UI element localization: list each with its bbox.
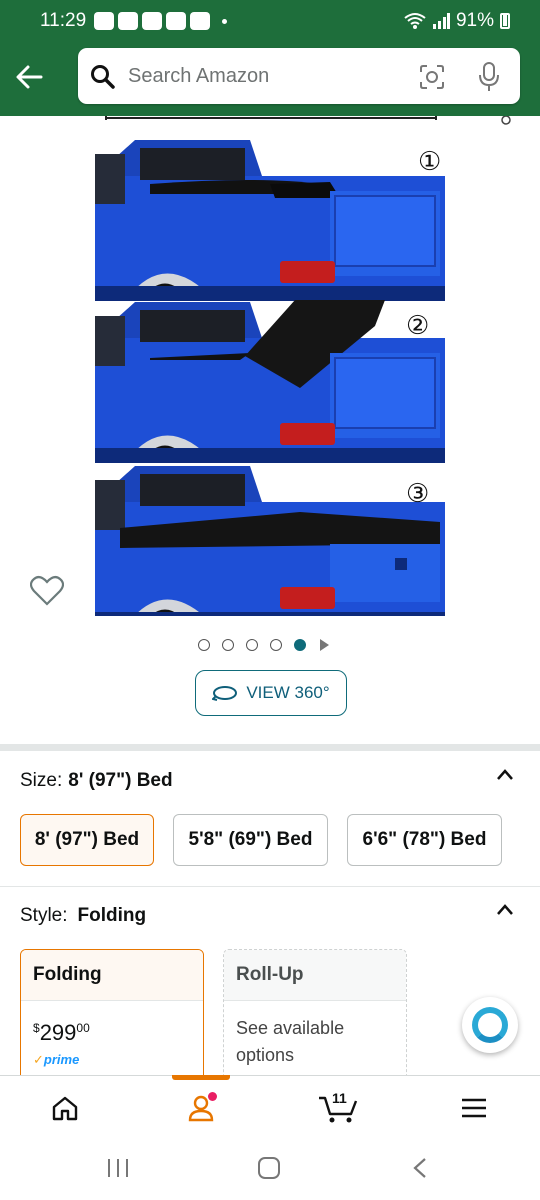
wishlist-heart-icon[interactable]: [30, 575, 64, 607]
system-indicators: 91%: [404, 10, 510, 32]
carousel-dot[interactable]: [270, 639, 282, 651]
youtube-icon: [190, 12, 210, 30]
size-selected-value: 8' (97") Bed: [68, 770, 173, 791]
view-360-label: VIEW 360°: [246, 683, 330, 702]
home-button-icon[interactable]: [257, 1157, 281, 1179]
active-tab-indicator: [172, 1075, 230, 1080]
system-back-icon[interactable]: [410, 1157, 430, 1179]
size-option-6ft6[interactable]: 6'6" (78") Bed: [347, 814, 502, 866]
more-notifications-icon: [222, 19, 227, 24]
size-selector-header[interactable]: Size: 8' (97") Bed: [20, 770, 173, 792]
bottom-navigation: 11: [0, 1075, 540, 1137]
alexa-icon: [472, 1007, 508, 1043]
app-notification-icon: [118, 12, 138, 30]
style-option-availability: See available options: [236, 1018, 345, 1065]
recent-apps-icon[interactable]: [106, 1157, 130, 1179]
carousel-dot-active[interactable]: [294, 639, 306, 651]
size-option-5ft8[interactable]: 5'8" (69") Bed: [173, 814, 328, 866]
step-1-label: ①: [418, 147, 441, 177]
hamburger-menu-icon: [462, 1098, 486, 1118]
style-option-name: Folding: [21, 950, 203, 1001]
style-selector-header[interactable]: Style: Folding: [20, 905, 146, 927]
clock: 11:29: [40, 10, 87, 31]
video-play-icon[interactable]: [320, 639, 329, 651]
step-3-label: ③: [406, 479, 429, 509]
notification-dot: [208, 1092, 217, 1101]
image-carousel-dots: [198, 639, 329, 651]
size-label: Size:: [20, 770, 63, 791]
price-whole: 299: [39, 1020, 77, 1045]
signal-icon: [432, 13, 450, 29]
prime-badge: ✓prime: [33, 1052, 80, 1067]
prime-badge-label: prime: [43, 1052, 80, 1067]
back-arrow-icon[interactable]: [14, 62, 44, 92]
size-option-8ft[interactable]: 8' (97") Bed: [20, 814, 154, 866]
youtube-icon: [142, 12, 162, 30]
style-selected-value: Folding: [77, 905, 147, 926]
carousel-dot[interactable]: [198, 639, 210, 651]
chevron-up-icon[interactable]: [496, 766, 514, 784]
search-box[interactable]: [78, 48, 520, 104]
camera-search-icon[interactable]: [419, 65, 445, 89]
divider: [0, 886, 540, 887]
cart-count: 11: [332, 1090, 347, 1106]
menu-tab[interactable]: [454, 1088, 494, 1128]
style-option-roll-up[interactable]: Roll-Up See available options: [223, 949, 407, 1089]
notification-icons: [94, 12, 227, 30]
style-option-name: Roll-Up: [224, 950, 406, 1001]
system-navigation-bar: [0, 1137, 540, 1200]
alexa-button[interactable]: [462, 997, 518, 1053]
microphone-icon[interactable]: [478, 62, 500, 92]
style-option-price: $29900: [33, 1015, 191, 1046]
section-divider: [0, 744, 540, 751]
battery-percent: 91%: [455, 10, 494, 31]
search-input[interactable]: [128, 58, 428, 94]
home-icon: [52, 1096, 78, 1121]
home-tab[interactable]: [45, 1088, 85, 1128]
app-notification-icon: [94, 12, 114, 30]
battery-icon: [500, 13, 510, 29]
product-image[interactable]: ① ② ③: [0, 116, 540, 616]
price-currency: $: [33, 1021, 40, 1035]
cart-tab[interactable]: 11: [316, 1088, 360, 1128]
wifi-icon: [404, 13, 426, 29]
step-2-label: ②: [406, 311, 429, 341]
account-tab[interactable]: [181, 1088, 221, 1128]
chevron-up-icon[interactable]: [496, 901, 514, 919]
style-option-folding[interactable]: Folding $29900 ✓prime: [20, 949, 204, 1089]
carousel-dot[interactable]: [246, 639, 258, 651]
carousel-dot[interactable]: [222, 639, 234, 651]
search-icon: [91, 65, 115, 89]
style-label: Style:: [20, 905, 68, 926]
youtube-icon: [166, 12, 186, 30]
view-360-button[interactable]: VIEW 360°: [195, 670, 347, 716]
rotate-360-icon: [212, 686, 238, 701]
price-fraction: 00: [76, 1021, 90, 1035]
search-header: [0, 44, 540, 116]
tonneau-cover-steps-illustration: ① ② ③: [95, 116, 511, 616]
status-bar: 11:29 91%: [0, 0, 540, 44]
